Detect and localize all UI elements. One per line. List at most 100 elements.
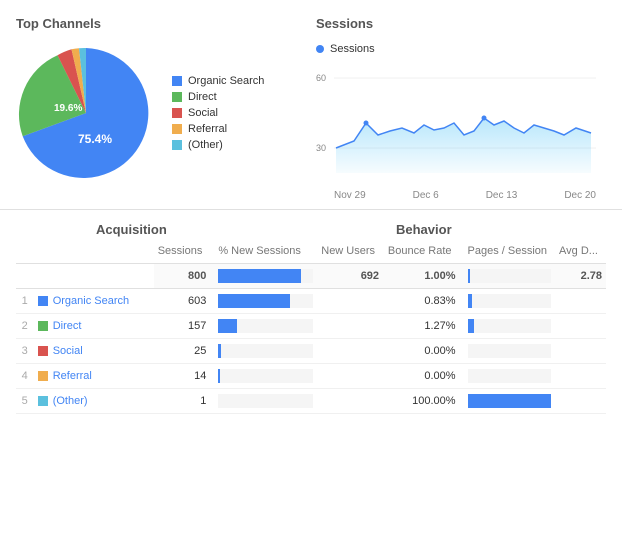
sessions-other: 1	[154, 389, 211, 414]
behavior-header: Behavior	[396, 222, 606, 237]
sessions-direct: 157	[154, 314, 211, 339]
sessions-title: Sessions	[316, 16, 606, 31]
legend-item-other: (Other)	[172, 139, 264, 151]
bar-bounce-direct	[468, 319, 475, 333]
legend-dot-other	[172, 140, 182, 150]
x-label-dec20: Dec 20	[564, 190, 596, 201]
total-sessions: 800	[154, 264, 211, 289]
bar-new-organic	[218, 294, 289, 308]
channel-link-organic[interactable]: Organic Search	[53, 295, 129, 307]
sessions-referral: 14	[154, 364, 211, 389]
legend-item-direct: Direct	[172, 91, 264, 103]
sessions-area	[336, 118, 591, 173]
legend-dot-direct	[172, 92, 182, 102]
channel-name-other[interactable]: (Other)	[34, 389, 154, 414]
sessions-social: 25	[154, 339, 211, 364]
total-row: 800 692 1.00% 2.78	[16, 264, 606, 289]
legend-item-organic: Organic Search	[172, 75, 264, 87]
chart-x-labels: Nov 29 Dec 6 Dec 13 Dec 20	[316, 186, 596, 201]
channel-link-referral[interactable]: Referral	[53, 370, 92, 382]
pages-other	[555, 389, 606, 414]
sessions-legend-label: Sessions	[330, 43, 375, 55]
channel-name-direct[interactable]: Direct	[34, 314, 154, 339]
bottom-section: Acquisition Behavior Sessions % New Sess…	[0, 210, 622, 426]
channel-link-direct[interactable]: Direct	[53, 320, 82, 332]
sessions-point	[364, 121, 369, 126]
legend-label-other: (Other)	[188, 139, 223, 151]
bounce-other: 100.00%	[383, 389, 459, 414]
channel-icon-organic	[38, 296, 48, 306]
bar-new-direct	[218, 319, 237, 333]
channel-name-referral[interactable]: Referral	[34, 364, 154, 389]
acquisition-header: Acquisition	[96, 222, 396, 237]
col-channel	[34, 239, 154, 264]
legend-item-social: Social	[172, 107, 264, 119]
row-num-1: 1	[16, 289, 34, 314]
table-row: 3 Social 25 0.00%	[16, 339, 606, 364]
top-channels-title: Top Channels	[16, 16, 296, 31]
total-pages: 2.78	[555, 264, 606, 289]
col-new-users-header: New Users	[317, 239, 383, 264]
new-users-other	[317, 389, 383, 414]
legend-dot-social	[172, 108, 182, 118]
pages-social	[555, 339, 606, 364]
bounce-direct: 1.27%	[383, 314, 459, 339]
channel-link-social[interactable]: Social	[53, 345, 83, 357]
row-num-4: 4	[16, 364, 34, 389]
total-bounce: 1.00%	[383, 264, 459, 289]
channel-name-organic[interactable]: Organic Search	[34, 289, 154, 314]
channel-icon-other	[38, 396, 48, 406]
bar-new-referral	[218, 369, 220, 383]
bounce-organic: 0.83%	[383, 289, 459, 314]
bar-bounce-organic	[468, 294, 472, 308]
x-label-dec6: Dec 6	[413, 190, 439, 201]
chart-area: 19.6% 75.4% Organic Search Direct Social	[16, 43, 296, 183]
legend-label-referral: Referral	[188, 123, 227, 135]
channel-name-social[interactable]: Social	[34, 339, 154, 364]
col-avg-header: Avg D...	[555, 239, 606, 264]
pages-referral	[555, 364, 606, 389]
table-row: 5 (Other) 1 100.00%	[16, 389, 606, 414]
top-section: Top Channels	[0, 0, 622, 210]
channel-icon-direct	[38, 321, 48, 331]
total-bar-new	[218, 269, 301, 283]
channel-icon-social	[38, 346, 48, 356]
pie-label-outer: 19.6%	[54, 103, 82, 114]
x-label-nov29: Nov 29	[334, 190, 366, 201]
sessions-panel: Sessions Sessions 60 30	[316, 16, 606, 193]
y-label-30: 30	[316, 143, 326, 153]
pie-chart: 19.6% 75.4%	[16, 43, 156, 183]
legend-dot-organic	[172, 76, 182, 86]
channel-link-other[interactable]: (Other)	[53, 395, 88, 407]
col-pct-new-header: % New Sessions	[210, 239, 317, 264]
col-bounce-header: Bounce Rate	[383, 239, 459, 264]
total-bar-bounce	[468, 269, 471, 283]
sessions-chart: 60 30 Nov 29	[316, 63, 606, 193]
bar-new-social	[218, 344, 221, 358]
new-users-referral	[317, 364, 383, 389]
top-channels-panel: Top Channels	[16, 16, 296, 193]
bounce-social: 0.00%	[383, 339, 459, 364]
pages-organic	[555, 289, 606, 314]
new-users-organic	[317, 289, 383, 314]
sessions-point	[482, 116, 487, 121]
legend-label-organic: Organic Search	[188, 75, 264, 87]
table-row: 2 Direct 157 1.27%	[16, 314, 606, 339]
channel-icon-referral	[38, 371, 48, 381]
sessions-organic: 603	[154, 289, 211, 314]
pages-direct	[555, 314, 606, 339]
pie-label-inner: 75.4%	[78, 132, 112, 146]
legend-item-referral: Referral	[172, 123, 264, 135]
col-pages-header: Pages / Session	[460, 239, 556, 264]
table-row: 4 Referral 14 0.00%	[16, 364, 606, 389]
sessions-dot-label: Sessions	[316, 43, 606, 55]
data-table: Sessions % New Sessions New Users Bounce…	[16, 239, 606, 414]
legend-label-direct: Direct	[188, 91, 217, 103]
col-sessions-header: Sessions	[154, 239, 211, 264]
row-num-5: 5	[16, 389, 34, 414]
bounce-referral: 0.00%	[383, 364, 459, 389]
table-row: 1 Organic Search 603 0.83%	[16, 289, 606, 314]
legend-label-social: Social	[188, 107, 218, 119]
sessions-dot-icon	[316, 45, 324, 53]
bar-bounce-other	[468, 394, 552, 408]
